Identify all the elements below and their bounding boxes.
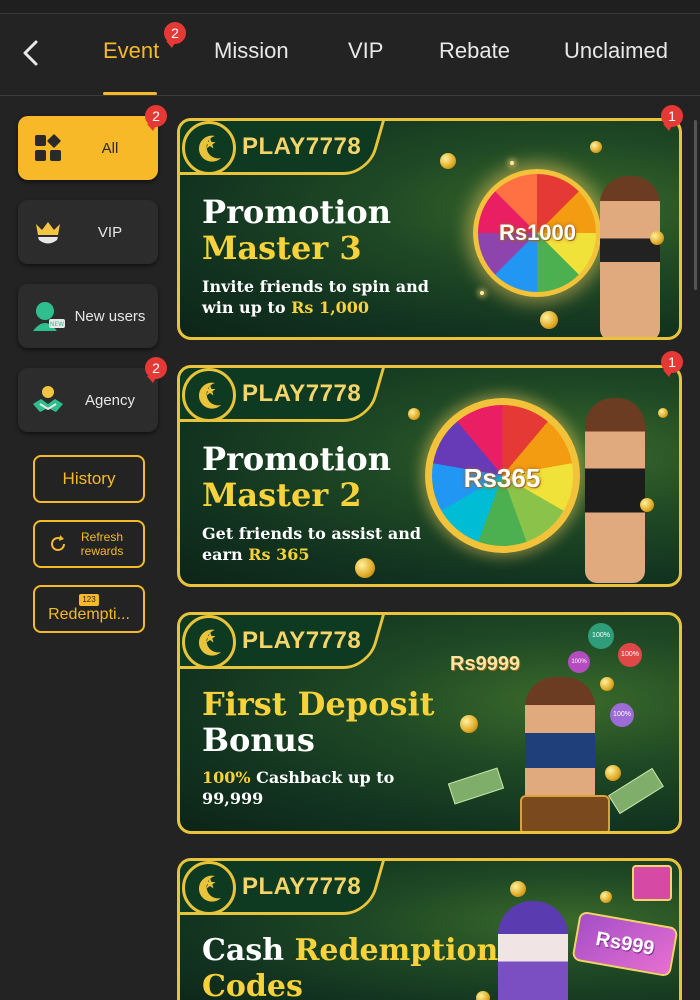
- cash-stack-image: [447, 767, 505, 805]
- casino-chip: 100%: [588, 623, 614, 649]
- redemption-button[interactable]: 123 Redempti...: [33, 585, 145, 633]
- new-user-icon: NEW: [26, 294, 70, 338]
- banner-title: First Deposit: [202, 685, 435, 723]
- coin-decoration: [355, 558, 375, 578]
- prize-amount: Rs1000: [498, 220, 577, 245]
- banner-description: Invite friends to spin and win up to Rs …: [202, 277, 429, 317]
- banner-subtitle: Master 3: [202, 229, 362, 267]
- banner-title: Promotion: [202, 440, 392, 478]
- coin-decoration: [510, 881, 526, 897]
- sidebar-item-label: New users: [74, 307, 146, 325]
- coin-decoration: [540, 311, 558, 329]
- banner-badge: 1: [661, 351, 683, 377]
- jester-figure-image: [498, 901, 568, 1000]
- promo-banner-master-2[interactable]: PLAY7778 Promotion Master 2 Get friends …: [177, 365, 682, 587]
- tab-rebate[interactable]: Rebate: [439, 38, 510, 64]
- coin-decoration: [600, 891, 612, 903]
- banner-title: Promotion: [202, 193, 392, 231]
- banner-title: Cash Redemption: [202, 933, 499, 968]
- sidebar-item-label: All: [101, 139, 119, 157]
- gift-box-image: [632, 865, 672, 901]
- svg-text:NEW: NEW: [50, 321, 64, 328]
- crescent-star-icon: [182, 861, 236, 915]
- prize-amount: Rs365: [463, 463, 541, 493]
- sidebar-item-all[interactable]: All: [18, 116, 158, 180]
- refresh-rewards-label: Refresh rewards: [80, 530, 124, 558]
- status-strip: [0, 0, 700, 14]
- ticket-icon: 123: [79, 594, 99, 606]
- crescent-star-icon: [182, 368, 236, 422]
- coin-decoration: [605, 765, 621, 781]
- prize-amount: Rs9999: [450, 653, 521, 675]
- grid-icon: [26, 126, 70, 170]
- casino-chip: 100%: [568, 651, 590, 673]
- redemption-label: Redempti...: [48, 606, 130, 623]
- active-tab-indicator: [103, 92, 157, 95]
- banner-subtitle: Codes: [202, 969, 303, 1000]
- promo-banner-cash-codes[interactable]: PLAY7778 Cash Redemption Codes Rs999: [177, 858, 682, 1000]
- tab-mission[interactable]: Mission: [214, 38, 289, 64]
- refresh-icon: [51, 535, 65, 551]
- history-button[interactable]: History: [33, 455, 145, 503]
- coin-decoration: [590, 141, 602, 153]
- brand-logo-text: PLAY7778: [242, 873, 362, 900]
- sparkle-decoration: [510, 161, 514, 165]
- sidebar-all-badge: 2: [145, 105, 167, 131]
- tab-unclaimed[interactable]: Unclaimed: [564, 38, 668, 64]
- tab-event[interactable]: Event: [103, 38, 159, 64]
- sidebar-item-agency[interactable]: Agency: [18, 368, 158, 432]
- sparkle-decoration: [480, 291, 484, 295]
- banner-subtitle: Master 2: [202, 476, 362, 514]
- model-figure-image: [585, 398, 645, 583]
- coin-decoration: [658, 408, 668, 418]
- brand-logo-text: PLAY7778: [242, 627, 362, 654]
- coin-decoration: [600, 677, 614, 691]
- chevron-left-icon: [23, 40, 38, 66]
- history-label: History: [62, 469, 116, 488]
- model-figure-image: [600, 176, 660, 337]
- coin-decoration: [408, 408, 420, 420]
- sidebar-agency-badge: 2: [145, 357, 167, 383]
- sidebar-item-label: Agency: [84, 391, 136, 409]
- crescent-star-icon: [182, 121, 236, 175]
- promo-banner-master-3[interactable]: PLAY7778 Promotion Master 3 Invite frien…: [177, 118, 682, 340]
- brand-logo-text: PLAY7778: [242, 380, 362, 407]
- tab-vip[interactable]: VIP: [348, 38, 383, 64]
- casino-chip: 100%: [610, 703, 634, 727]
- refresh-rewards-button[interactable]: Refresh rewards: [33, 520, 145, 568]
- treasure-chest-image: [520, 795, 610, 831]
- scrollbar[interactable]: [694, 120, 697, 290]
- prize-amount: Rs999: [594, 928, 656, 960]
- voucher-card-image: Rs999: [571, 910, 679, 978]
- banner-description: 100% Cashback up to 99,999: [202, 768, 395, 808]
- sidebar-item-label: VIP: [97, 223, 123, 241]
- coin-decoration: [650, 231, 664, 245]
- banner-badge: 1: [661, 105, 683, 131]
- coin-decoration: [476, 991, 490, 1000]
- banner-description: Get friends to assist and earn Rs 365: [202, 524, 422, 564]
- crescent-star-icon: [182, 615, 236, 669]
- top-tab-bar: Event 2 Mission VIP Rebate Unclaimed: [0, 14, 700, 96]
- brand-logo-text: PLAY7778: [242, 133, 362, 160]
- back-button[interactable]: [18, 38, 44, 68]
- coin-decoration: [440, 153, 456, 169]
- sidebar-item-vip[interactable]: VIP: [18, 200, 158, 264]
- coin-decoration: [460, 715, 478, 733]
- casino-chip: 100%: [618, 643, 642, 667]
- tab-event-badge: 2: [164, 22, 186, 48]
- crown-shield-icon: [26, 210, 70, 254]
- handshake-icon: [26, 378, 70, 422]
- banner-subtitle: Bonus: [202, 721, 315, 759]
- coin-decoration: [640, 498, 654, 512]
- promo-banner-first-deposit[interactable]: PLAY7778 First Deposit Bonus 100% Cashba…: [177, 612, 682, 834]
- sidebar-item-new-users[interactable]: NEW New users: [18, 284, 158, 348]
